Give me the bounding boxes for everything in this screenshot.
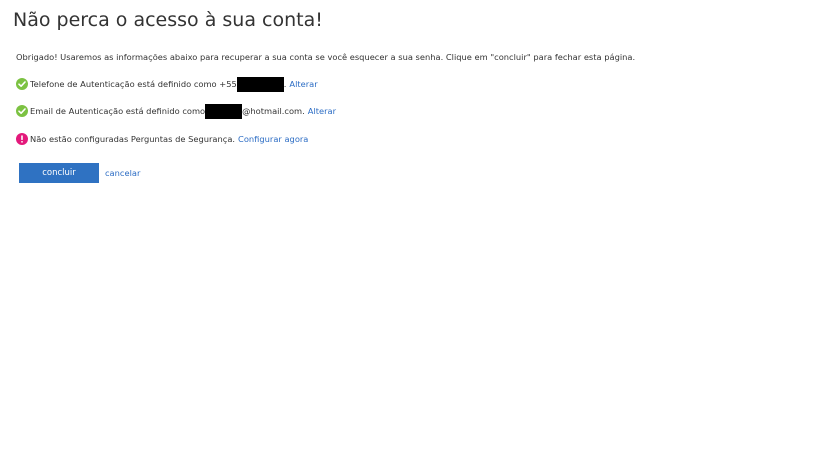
security-questions-status-row: Não estão configuradas Perguntas de Segu… [16,132,308,146]
conclude-button[interactable]: concluir [19,163,99,183]
change-email-link[interactable]: Alterar [308,106,336,116]
redacted-phone-number [236,76,284,92]
intro-text: Obrigado! Usaremos as informações abaixo… [16,52,636,62]
check-circle-icon [16,78,28,90]
email-status-row: Email de Autenticação está definido como… [16,103,336,119]
email-status-suffix: @hotmail.com. [242,106,305,116]
redacted-email-user [205,103,243,119]
check-circle-icon [16,105,28,117]
phone-status-row: Telefone de Autenticação está definido c… [16,76,318,92]
security-questions-status-text: Não estão configuradas Perguntas de Segu… [30,134,236,144]
phone-status-text: Telefone de Autenticação está definido c… [30,79,237,89]
phone-status-suffix: . [283,79,287,89]
page-title: Não perca o acesso à sua conta! [13,9,323,31]
exclamation-circle-icon [16,133,28,145]
configure-security-questions-link[interactable]: Configurar agora [238,134,308,144]
email-status-text: Email de Autenticação está definido como [30,106,206,116]
cancel-link[interactable]: cancelar [105,168,140,178]
change-phone-link[interactable]: Alterar [289,79,317,89]
